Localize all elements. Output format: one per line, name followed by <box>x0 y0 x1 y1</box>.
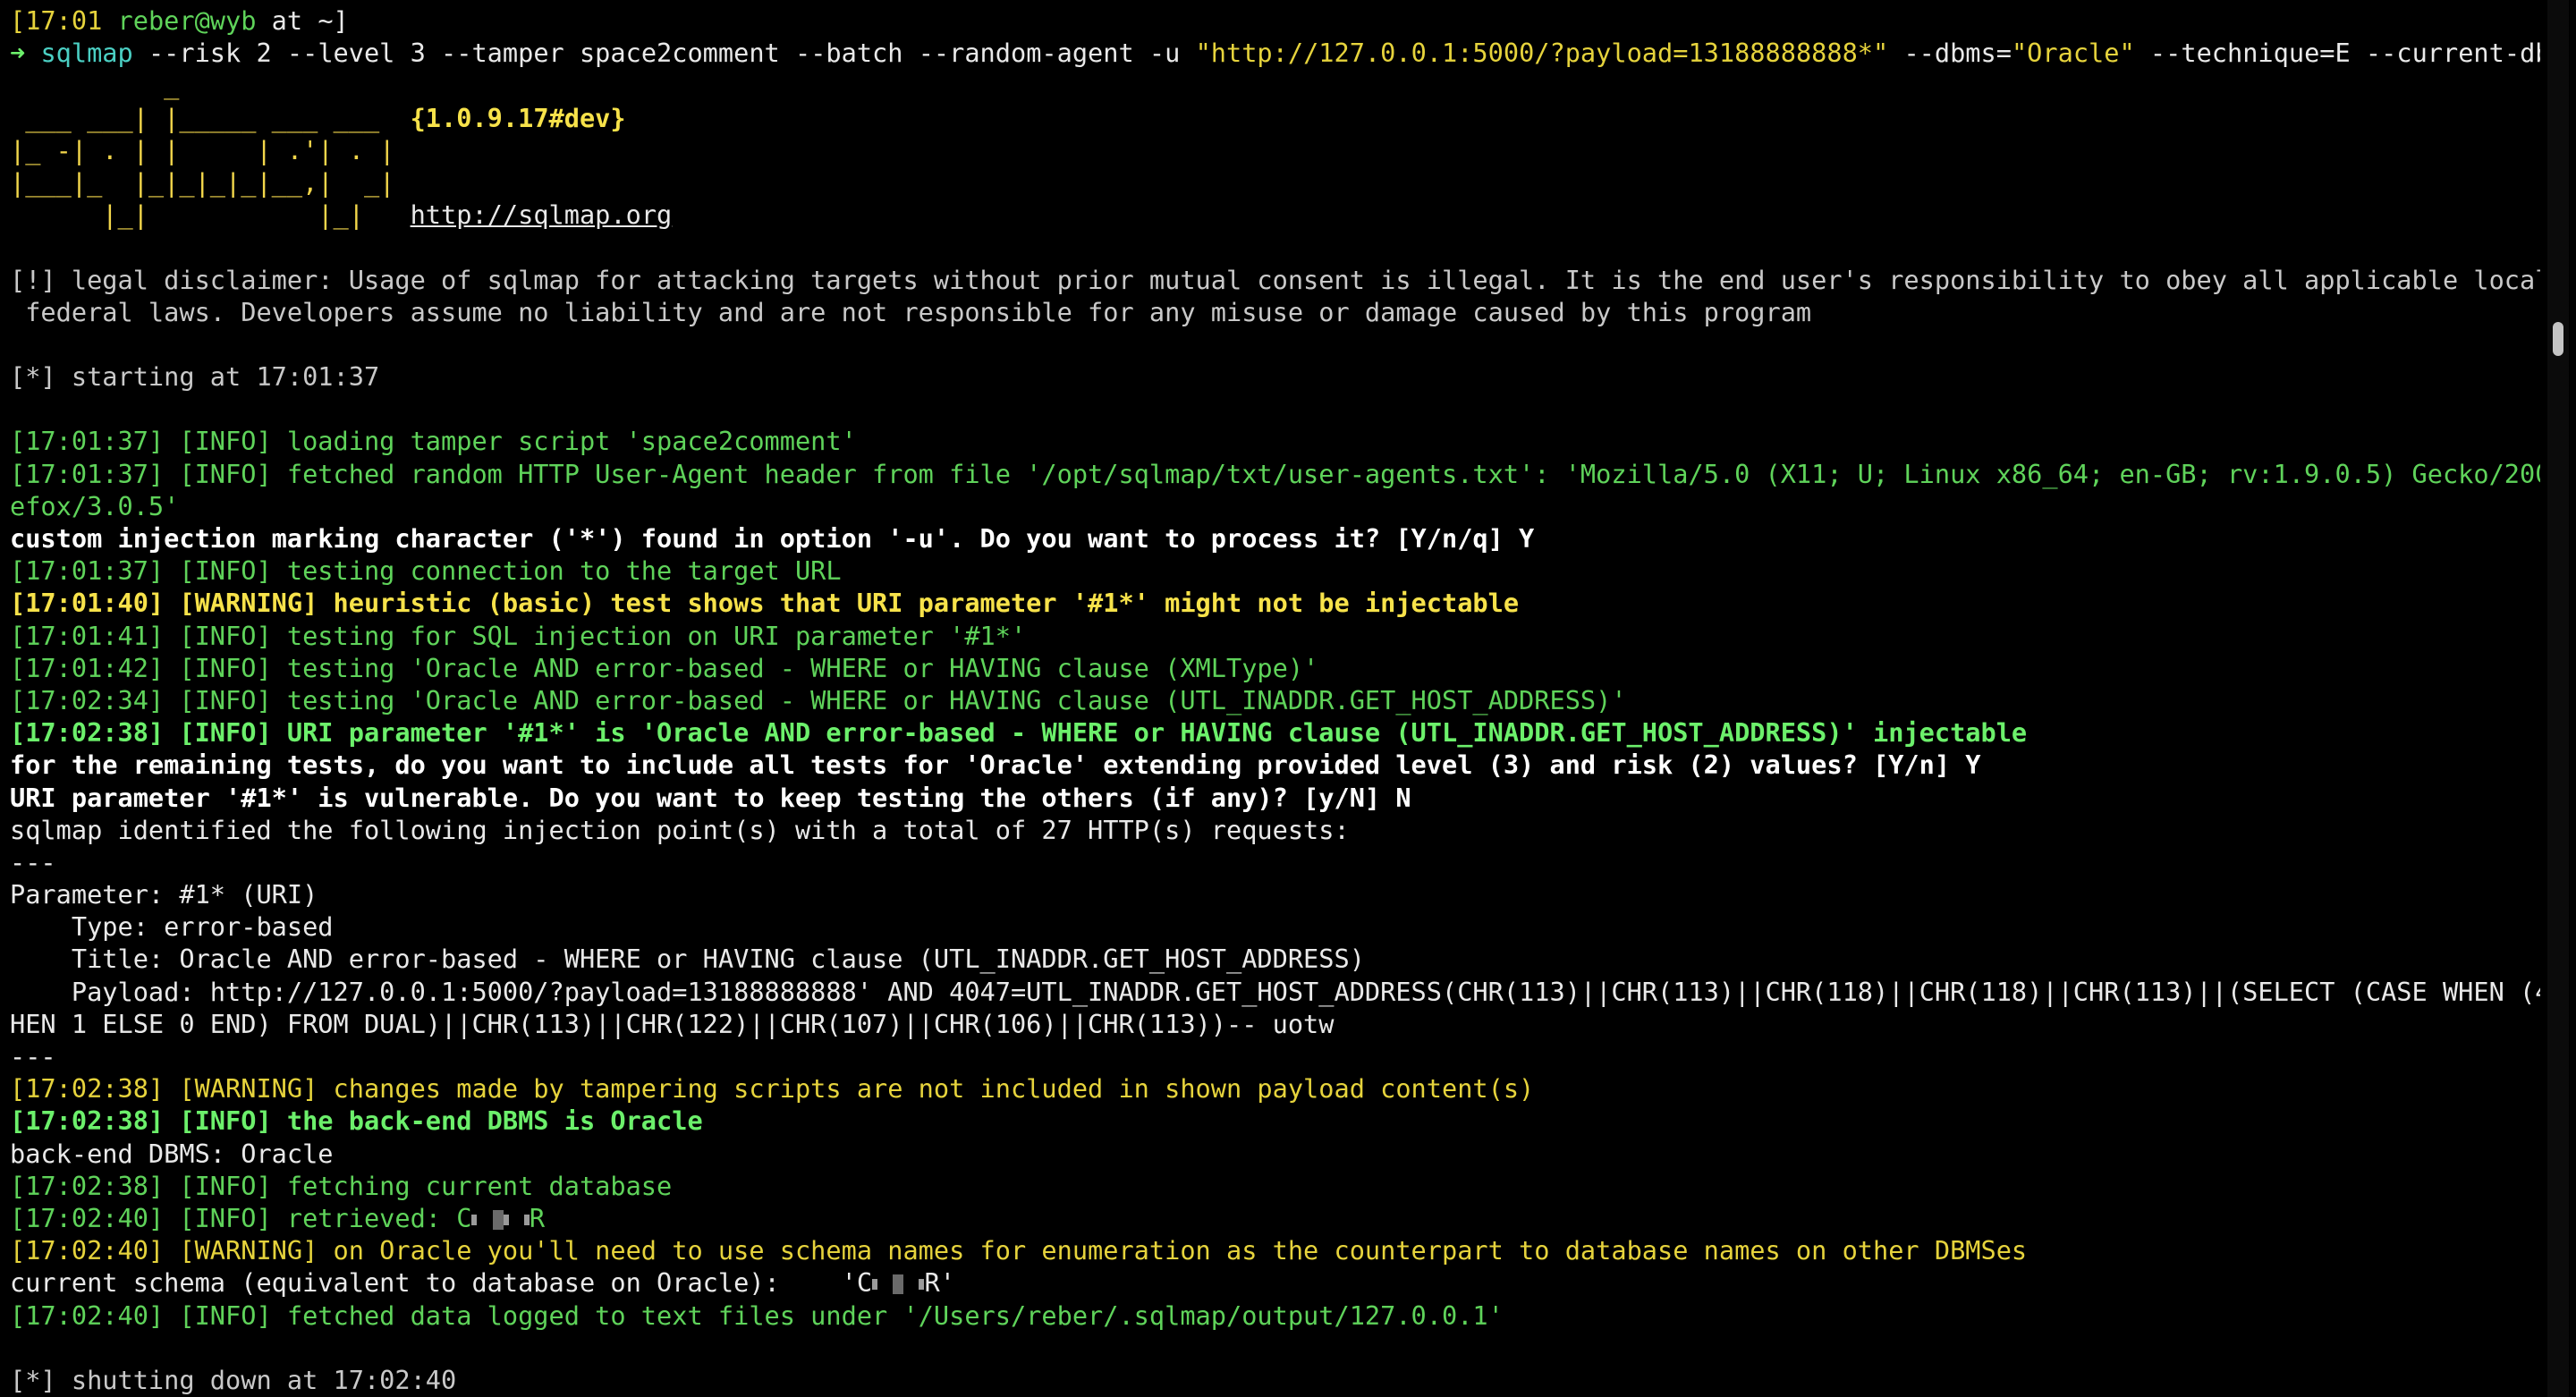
version-label: {1.0.9.17#dev} <box>410 102 626 133</box>
prompt-time: [17:01 <box>10 5 103 36</box>
separator-line: --- <box>10 1041 56 1071</box>
warning-line: [17:01:40] [WARNING] heuristic (basic) t… <box>10 588 1520 619</box>
command-program: sqlmap <box>40 38 133 69</box>
prompt-question: URI parameter '#1*' is vulnerable. Do yo… <box>10 782 1411 813</box>
prompt-question: for the remaining tests, do you want to … <box>10 749 1981 781</box>
command-args: --technique=E --current-db <box>2134 38 2540 69</box>
retrieved-suffix: R <box>529 1202 546 1233</box>
command-dbms: "Oracle" <box>2011 38 2135 69</box>
log-line: [17:01:37] [INFO] testing connection to … <box>10 555 842 587</box>
prompt-arrow-icon: ➜ <box>10 38 26 69</box>
output-line: Type: error-based <box>10 911 334 943</box>
schema-prefix: current schema (equivalent to database o… <box>10 1267 873 1299</box>
logo-line: |_| |_| <box>10 199 411 231</box>
schema-suffix: R' <box>924 1267 955 1299</box>
dbms-line: [17:02:38] [INFO] the back-end DBMS is O… <box>10 1105 703 1137</box>
scrollbar[interactable] <box>2547 0 2569 1397</box>
retrieved-line: [17:02:40] [INFO] retrieved: C R <box>10 1202 2540 1234</box>
shell-prompt: [17:01 reber@wyb at ~] <box>10 4 2540 37</box>
command-args: --dbms= <box>1888 38 2012 69</box>
sqlmap-site-link[interactable]: http://sqlmap.org <box>411 199 673 230</box>
log-line: [17:01:37] [INFO] loading tamper script … <box>10 426 857 457</box>
log-line: [17:02:38] [INFO] fetching current datab… <box>10 1170 673 1201</box>
payload-line: HEN 1 ELSE 0 END) FROM DUAL)||CHR(113)||… <box>10 1008 1335 1039</box>
logo-line: ___ ___| |_____ ___ ___ <box>10 102 411 133</box>
log-line: [17:01:42] [INFO] testing 'Oracle AND er… <box>10 652 1319 683</box>
log-line: [17:02:34] [INFO] testing 'Oracle AND er… <box>10 684 1627 715</box>
sqlmap-logo: _ ___ ___| |_____ ___ ___ {1.0.9.17#dev}… <box>10 69 2540 231</box>
disclaimer-line: [!] legal disclaimer: Usage of sqlmap fo… <box>10 264 2540 295</box>
separator-line: --- <box>10 846 56 877</box>
prompt-at: at <box>256 5 318 36</box>
command-args: --risk 2 --level 3 --tamper space2commen… <box>132 38 1196 69</box>
disclaimer-line: federal laws. Developers assume no liabi… <box>10 296 1812 327</box>
injectable-line: [17:02:38] [INFO] URI parameter '#1*' is… <box>10 717 2028 749</box>
redacted-text <box>872 1279 878 1291</box>
output-line: sqlmap identified the following injectio… <box>10 814 1350 845</box>
logo-line: _ <box>10 70 180 101</box>
command-line[interactable]: ➜ sqlmap --risk 2 --level 3 --tamper spa… <box>10 37 2540 69</box>
prompt-path: ~] <box>318 5 349 36</box>
starting-line: [*] starting at 17:01:37 <box>10 361 380 393</box>
command-url: "http://127.0.0.1:5000/?payload=13188888… <box>1195 38 1889 69</box>
prompt-question: custom injection marking character ('*')… <box>10 523 1535 554</box>
redacted-text <box>492 1209 504 1230</box>
log-line: [17:01:41] [INFO] testing for SQL inject… <box>10 620 1027 651</box>
log-line: [17:02:40] [INFO] fetched data logged to… <box>10 1300 1504 1331</box>
prompt-userhost: reber@wyb <box>117 5 257 36</box>
warning-line: [17:02:38] [WARNING] changes made by tam… <box>10 1073 1535 1105</box>
payload-line: Payload: http://127.0.0.1:5000/?payload=… <box>10 976 2540 1007</box>
logo-line: |_ -| . | | | .'| . | <box>10 134 395 165</box>
logo-line: |___|_ |_|_|_|_|__,| _| <box>10 166 395 198</box>
output-line: back-end DBMS: Oracle <box>10 1138 334 1169</box>
redacted-text <box>503 1214 509 1225</box>
log-line: efox/3.0.5' <box>10 490 180 521</box>
terminal-window[interactable]: [17:01 reber@wyb at ~] ➜ sqlmap --risk 2… <box>0 0 2549 1397</box>
redacted-text <box>471 1214 478 1225</box>
shutdown-line: [*] shutting down at 17:02:40 <box>10 1364 457 1395</box>
warning-line: [17:02:40] [WARNING] on Oracle you'll ne… <box>10 1235 2028 1266</box>
schema-line: current schema (equivalent to database o… <box>10 1266 2540 1299</box>
output-line: Title: Oracle AND error-based - WHERE or… <box>10 944 1365 975</box>
scrollbar-thumb[interactable] <box>2553 322 2563 356</box>
retrieved-prefix: [17:02:40] [INFO] retrieved: C <box>10 1202 472 1233</box>
output-line: Parameter: #1* (URI) <box>10 879 318 910</box>
log-line: [17:01:37] [INFO] fetched random HTTP Us… <box>10 458 2540 489</box>
redacted-text <box>893 1274 904 1295</box>
